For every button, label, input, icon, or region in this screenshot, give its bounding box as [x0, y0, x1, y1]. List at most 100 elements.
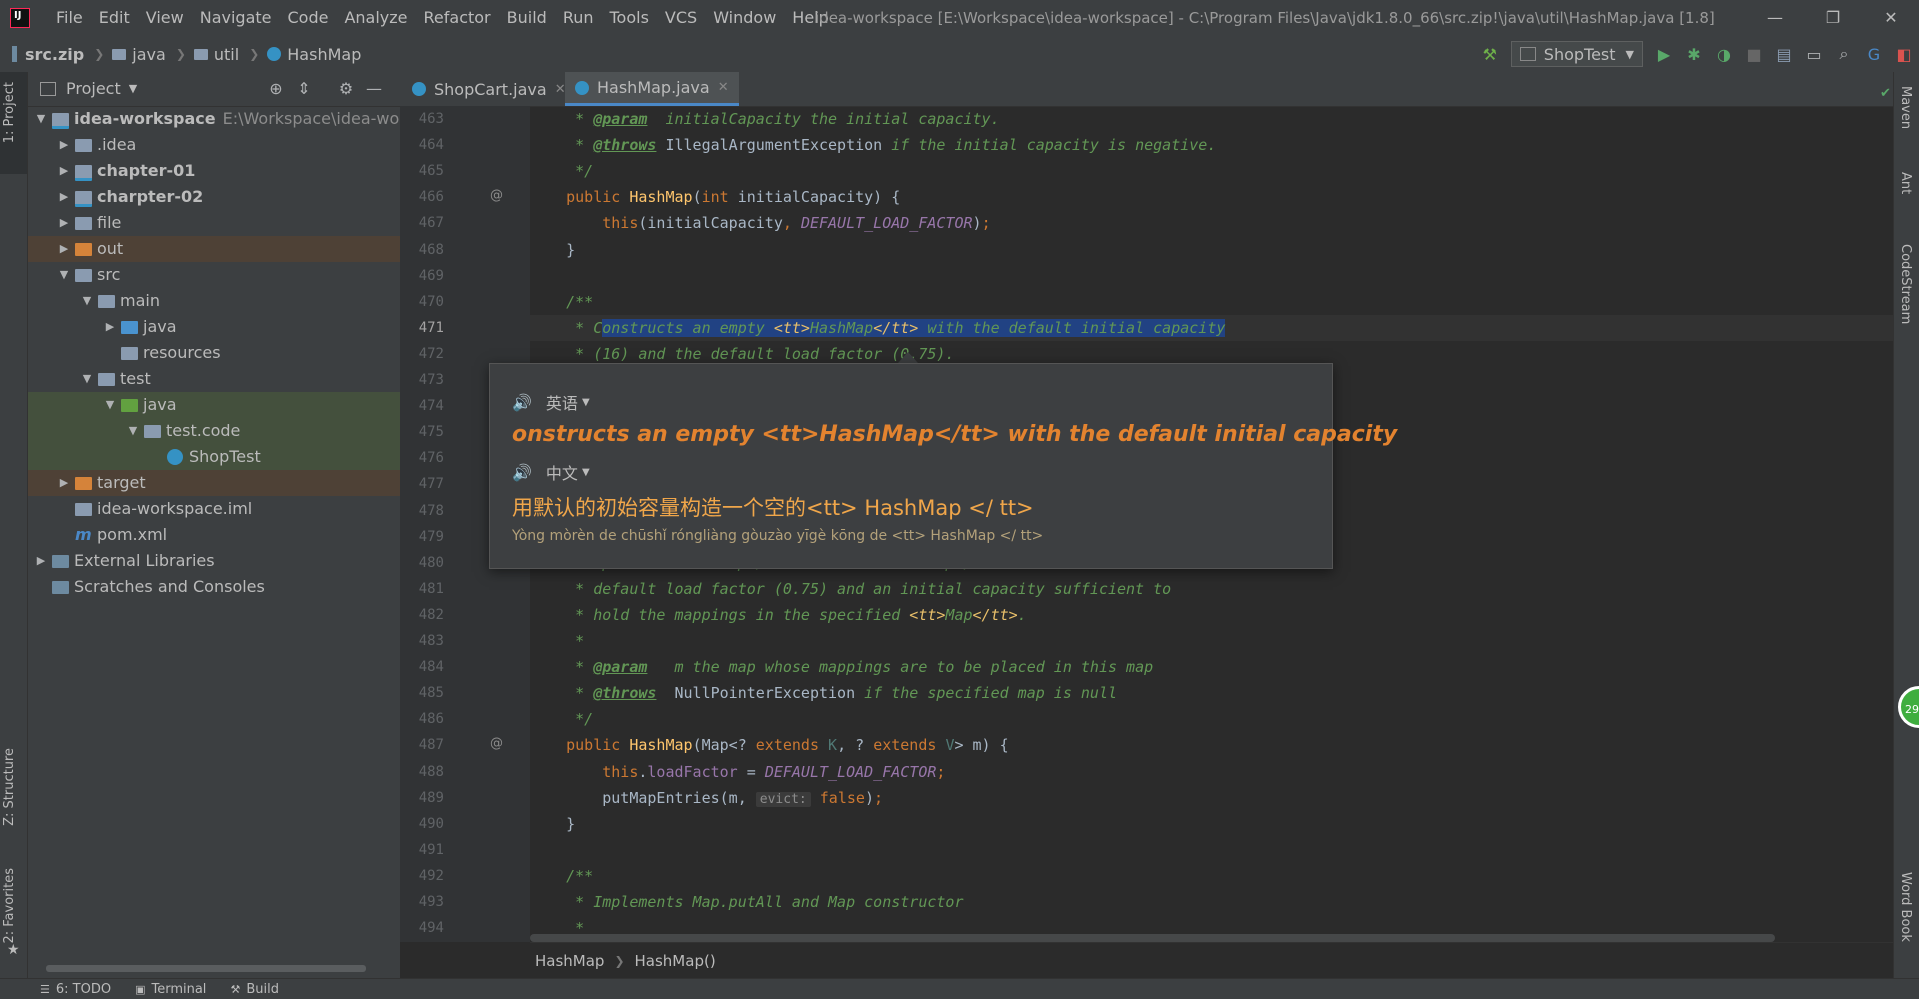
line-number[interactable]: 485 [400, 680, 444, 706]
line-number[interactable]: 493 [400, 889, 444, 915]
code-line[interactable] [530, 837, 1893, 863]
locate-icon[interactable]: ⊕ [262, 72, 290, 106]
menu-navigate[interactable]: Navigate [192, 0, 280, 36]
coverage-icon[interactable]: ◑ [1709, 36, 1739, 72]
tree-item[interactable]: ▼ java [28, 392, 400, 418]
menu-build[interactable]: Build [499, 0, 555, 36]
menu-tools[interactable]: Tools [602, 0, 657, 36]
collapse-arrow-icon[interactable]: ▶ [57, 132, 71, 158]
expand-arrow-icon[interactable]: ▼ [103, 392, 117, 418]
code-line[interactable]: * @param initialCapacity the initial cap… [530, 106, 1893, 132]
code-line[interactable]: this.loadFactor = DEFAULT_LOAD_FACTOR; [530, 759, 1893, 785]
code-line[interactable]: public HashMap(Map<? extends K, ? extend… [530, 732, 1893, 758]
menu-edit[interactable]: Edit [91, 0, 138, 36]
horizontal-scrollbar[interactable] [46, 965, 366, 972]
tree-item[interactable]: ▶ file [28, 210, 400, 236]
translate-icon[interactable]: G [1859, 36, 1889, 72]
tree-item[interactable]: ▼ test.code [28, 418, 400, 444]
tree-item[interactable]: resources [28, 340, 400, 366]
line-number[interactable]: 491 [400, 837, 444, 863]
tree-item[interactable]: ▶ charpter-02 [28, 184, 400, 210]
line-number[interactable]: 479 [400, 524, 444, 550]
debug-icon[interactable]: ✱ [1679, 36, 1709, 72]
speaker-icon[interactable]: 🔊 [512, 463, 532, 482]
menu-refactor[interactable]: Refactor [416, 0, 499, 36]
line-number[interactable]: 463 [400, 106, 444, 132]
tree-item[interactable]: ▶ out [28, 236, 400, 262]
code-line[interactable]: } [530, 811, 1893, 837]
code-line[interactable]: * @param m the map whose mappings are to… [530, 654, 1893, 680]
breadcrumb-java[interactable]: java [112, 45, 166, 64]
tool-tab-maven[interactable]: Maven [1898, 86, 1913, 129]
bottom-tool-6-todo[interactable]: ☰ 6: TODO [40, 982, 111, 997]
collapse-arrow-icon[interactable]: ▶ [57, 210, 71, 236]
breadcrumb-hashmap[interactable]: HashMap [267, 45, 361, 64]
code-line[interactable]: */ [530, 706, 1893, 732]
tree-item[interactable]: ▶ chapter-01 [28, 158, 400, 184]
tree-item[interactable]: ▼ idea-workspace E:\Workspace\idea-worksp [28, 106, 434, 132]
menu-analyze[interactable]: Analyze [336, 0, 415, 36]
line-number[interactable]: 469 [400, 263, 444, 289]
line-number[interactable]: 488 [400, 759, 444, 785]
gear-icon[interactable]: ⚙ [332, 72, 360, 106]
line-number[interactable]: 478 [400, 498, 444, 524]
code-line[interactable]: /** [530, 289, 1893, 315]
line-number[interactable]: 482 [400, 602, 444, 628]
line-number[interactable]: 472 [400, 341, 444, 367]
line-number[interactable]: 480 [400, 550, 444, 576]
line-number[interactable]: 468 [400, 237, 444, 263]
breadcrumb-src-zip[interactable]: src.zip [12, 45, 84, 64]
bottom-tool-build[interactable]: ⚒ Build [230, 982, 279, 997]
code-line[interactable]: */ [530, 158, 1893, 184]
close-window-button[interactable]: ✕ [1863, 0, 1919, 36]
menu-file[interactable]: File [48, 0, 91, 36]
line-number[interactable]: 487 [400, 732, 444, 758]
close-icon[interactable]: ✕ [718, 80, 729, 95]
tree-item[interactable]: ▶ target [28, 470, 400, 496]
override-marker-icon[interactable]: @ [490, 188, 503, 203]
tab-hashmap[interactable]: HashMap.java ✕ [565, 72, 739, 106]
tree-item[interactable]: ▼ test [28, 366, 400, 392]
tool-tab-project[interactable]: 1: Project [2, 82, 17, 143]
code-line[interactable]: * hold the mappings in the specified <tt… [530, 602, 1893, 628]
menu-window[interactable]: Window [705, 0, 784, 36]
tree-item[interactable]: ShopTest [28, 444, 400, 470]
restore-button[interactable]: ❐ [1805, 0, 1861, 36]
editor-horizontal-scrollbar[interactable] [530, 934, 1775, 942]
code-line[interactable] [530, 263, 1893, 289]
line-number[interactable]: 465 [400, 158, 444, 184]
source-language-select[interactable]: 英语 [546, 390, 578, 414]
line-number[interactable]: 475 [400, 419, 444, 445]
minimize-button[interactable]: — [1747, 0, 1803, 36]
breadcrumb-method[interactable]: HashMap() [635, 952, 716, 970]
override-marker-icon[interactable]: @ [490, 736, 503, 751]
tree-item[interactable]: m pom.xml [28, 522, 400, 548]
collapse-arrow-icon[interactable]: ▶ [57, 236, 71, 262]
menu-view[interactable]: View [138, 0, 192, 36]
tool-tab-favorites[interactable]: 2: Favorites [2, 868, 17, 944]
target-language-select[interactable]: 中文 [546, 460, 578, 484]
hide-panel-icon[interactable]: — [360, 72, 388, 106]
code-line[interactable]: * [530, 628, 1893, 654]
line-number[interactable]: 470 [400, 289, 444, 315]
code-line[interactable]: * @throws NullPointerException if the sp… [530, 680, 1893, 706]
project-view-selector[interactable]: Project ▼ [40, 72, 137, 106]
tool-tab-ant[interactable]: Ant [1898, 172, 1913, 194]
collapse-arrow-icon[interactable]: ▶ [57, 184, 71, 210]
collapse-arrow-icon[interactable]: ▶ [57, 470, 71, 496]
tree-item[interactable]: idea-workspace.iml [28, 496, 400, 522]
tab-shopcart[interactable]: ShopCart.java ✕ [402, 72, 576, 106]
tree-item[interactable]: ▶ java [28, 314, 400, 340]
line-number[interactable]: 473 [400, 367, 444, 393]
expand-arrow-icon[interactable]: ▼ [126, 418, 140, 444]
code-line[interactable]: this(initialCapacity, DEFAULT_LOAD_FACTO… [530, 210, 1893, 236]
line-number[interactable]: 466 [400, 184, 444, 210]
tool-tab-word-book[interactable]: Word Book [1898, 872, 1913, 942]
menu-code[interactable]: Code [280, 0, 337, 36]
line-number[interactable]: 477 [400, 471, 444, 497]
project-structure-icon[interactable]: ▤ [1769, 36, 1799, 72]
code-line[interactable]: * @throws IllegalArgumentException if th… [530, 132, 1893, 158]
line-number[interactable]: 489 [400, 785, 444, 811]
line-number[interactable]: 474 [400, 393, 444, 419]
line-number[interactable]: 481 [400, 576, 444, 602]
